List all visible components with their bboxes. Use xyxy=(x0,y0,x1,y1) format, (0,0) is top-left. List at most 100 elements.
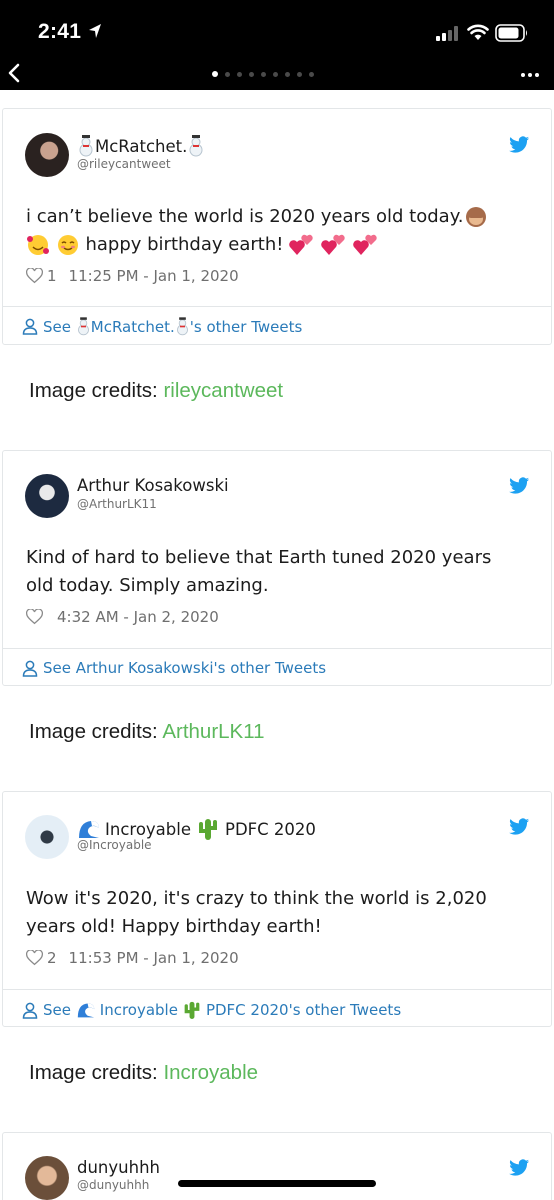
timestamp[interactable]: 11:53 PM - Jan 1, 2020 xyxy=(69,949,239,967)
twitter-bird-icon[interactable] xyxy=(509,1159,530,1177)
more-options-icon[interactable] xyxy=(521,73,539,77)
footer-name: McRatchet. xyxy=(90,317,175,336)
handle[interactable]: @Incroyable xyxy=(77,838,152,852)
person-icon xyxy=(22,660,38,677)
credit-source-link[interactable]: ArthurLK11 xyxy=(162,720,264,743)
tweet-text-line: years old! Happy birthday earth! xyxy=(26,915,322,937)
tweet-card[interactable]: McRatchet. @rileycantweet i can’t believ… xyxy=(2,108,552,345)
page-dot[interactable] xyxy=(273,71,278,77)
cactus-emoji-icon xyxy=(184,1001,200,1019)
back-chevron-icon[interactable] xyxy=(6,62,22,84)
footer-text: See Arthur Kosakowski's other Tweets xyxy=(43,659,327,677)
person-icon xyxy=(22,1002,38,1019)
display-name[interactable]: dunyuhhh xyxy=(77,1158,160,1177)
tweet-meta: 4:32 AM - Jan 2, 2020 xyxy=(26,608,219,626)
page-dot[interactable] xyxy=(249,71,254,77)
tweet-meta: 2 11:53 PM - Jan 1, 2020 xyxy=(26,949,239,967)
see-other-tweets-link[interactable]: See Incroyable PDFC 2020's other Tweets xyxy=(22,1000,401,1020)
handle[interactable]: @rileycantweet xyxy=(77,157,171,171)
see-other-tweets-link[interactable]: See McRatchet. 's other Tweets xyxy=(22,317,302,336)
display-name-text: Incroyable xyxy=(105,819,191,839)
see-other-tweets-link[interactable]: See Arthur Kosakowski's other Tweets xyxy=(22,659,326,677)
footer-prefix: See xyxy=(43,1001,71,1019)
cactus-emoji-icon xyxy=(199,819,217,840)
twitter-bird-icon[interactable] xyxy=(509,818,530,836)
water-wave-emoji-icon xyxy=(77,1003,94,1018)
water-wave-emoji-icon xyxy=(79,821,99,838)
avatar[interactable] xyxy=(25,1156,69,1200)
battery-icon xyxy=(495,24,527,42)
status-time: 2:41 xyxy=(38,20,82,43)
page-dot[interactable] xyxy=(297,71,302,77)
credit-source-link[interactable]: rileycantweet xyxy=(163,379,283,402)
footer-prefix: See xyxy=(43,317,71,336)
handle[interactable]: @dunyuhhh xyxy=(77,1178,149,1192)
image-credit: Image credits: rileycantweet xyxy=(29,379,283,403)
display-name-text: PDFC 2020 xyxy=(225,819,316,839)
like-heart-icon[interactable] xyxy=(26,950,43,966)
two-hearts-emoji-icon xyxy=(352,234,377,255)
page-dot[interactable] xyxy=(212,71,218,77)
display-name-text: McRatchet. xyxy=(95,136,188,156)
tweet-text-line: happy birthday earth! xyxy=(85,233,284,255)
tweet-text-line: Kind of hard to believe that Earth tuned… xyxy=(26,547,492,568)
avatar[interactable] xyxy=(25,133,69,177)
twitter-bird-icon[interactable] xyxy=(509,136,530,154)
credit-label: Image credits: xyxy=(29,379,158,402)
twitter-bird-icon[interactable] xyxy=(509,477,530,495)
image-credit: Image credits: ArthurLK11 xyxy=(29,720,265,744)
image-credit: Image credits: Incroyable xyxy=(29,1061,258,1085)
see-no-evil-monkey-emoji-icon xyxy=(465,207,486,227)
home-indicator[interactable] xyxy=(178,1180,376,1187)
snowman-emoji-icon xyxy=(176,317,188,336)
timestamp[interactable]: 4:32 AM - Jan 2, 2020 xyxy=(57,608,219,626)
cellular-signal-icon xyxy=(436,26,458,41)
display-name[interactable]: Arthur Kosakowski xyxy=(77,476,229,495)
person-icon xyxy=(22,318,38,335)
snowman-emoji-icon xyxy=(189,135,203,157)
credit-label: Image credits: xyxy=(29,720,158,743)
page-dot[interactable] xyxy=(237,71,242,77)
page-dot[interactable] xyxy=(285,71,290,77)
like-count: 2 xyxy=(47,949,57,967)
tweet-footer: See McRatchet. 's other Tweets xyxy=(3,306,551,344)
snowman-emoji-icon xyxy=(77,317,89,336)
handle[interactable]: @ArthurLK11 xyxy=(77,497,157,511)
two-hearts-emoji-icon xyxy=(289,234,313,255)
tweet-card[interactable]: Arthur Kosakowski @ArthurLK11 Kind of ha… xyxy=(2,450,552,686)
two-hearts-emoji-icon xyxy=(321,234,345,255)
top-bar: 2:41 xyxy=(0,0,554,90)
tweet-text-line: i can’t believe the world is 2020 years … xyxy=(26,206,464,227)
tweet-footer: See Incroyable PDFC 2020's other Tweets xyxy=(3,989,551,1027)
smiling-blush-emoji-icon xyxy=(57,234,78,255)
smiling-hearts-emoji-icon xyxy=(27,234,49,255)
snowman-emoji-icon xyxy=(79,135,93,157)
page-indicator[interactable] xyxy=(212,71,314,77)
tweet-meta: 1 11:25 PM - Jan 1, 2020 xyxy=(26,267,239,285)
page-dot[interactable] xyxy=(309,71,314,77)
footer-name: Incroyable xyxy=(99,1001,178,1019)
tweet-footer: See Arthur Kosakowski's other Tweets xyxy=(3,648,551,686)
page-dot[interactable] xyxy=(225,71,230,77)
tweet-text: Kind of hard to believe that Earth tuned… xyxy=(26,544,536,599)
wifi-icon xyxy=(467,24,489,40)
location-arrow-icon xyxy=(89,24,101,38)
footer-suffix: 's other Tweets xyxy=(189,317,303,336)
credit-label: Image credits: xyxy=(29,1061,158,1084)
tweet-text-line: Wow it's 2020, it's crazy to think the w… xyxy=(26,888,487,909)
tweet-text-line: old today. Simply amazing. xyxy=(26,574,269,596)
like-count: 1 xyxy=(47,267,57,285)
avatar[interactable] xyxy=(25,474,69,518)
timestamp[interactable]: 11:25 PM - Jan 1, 2020 xyxy=(69,267,239,285)
like-heart-icon[interactable] xyxy=(26,609,43,625)
page-dot[interactable] xyxy=(261,71,266,77)
footer-name: PDFC 2020's other Tweets xyxy=(205,1001,402,1019)
tweet-card[interactable]: Incroyable PDFC 2020 @Incroyable Wow it'… xyxy=(2,791,552,1027)
display-name[interactable]: McRatchet. xyxy=(77,135,205,157)
avatar[interactable] xyxy=(25,815,69,859)
tweet-text: Wow it's 2020, it's crazy to think the w… xyxy=(26,885,536,940)
like-heart-icon[interactable] xyxy=(26,268,43,284)
tweet-card[interactable]: dunyuhhh @dunyuhhh xyxy=(2,1132,552,1200)
credit-source-link[interactable]: Incroyable xyxy=(163,1061,258,1084)
tweet-text: i can’t believe the world is 2020 years … xyxy=(26,203,536,258)
